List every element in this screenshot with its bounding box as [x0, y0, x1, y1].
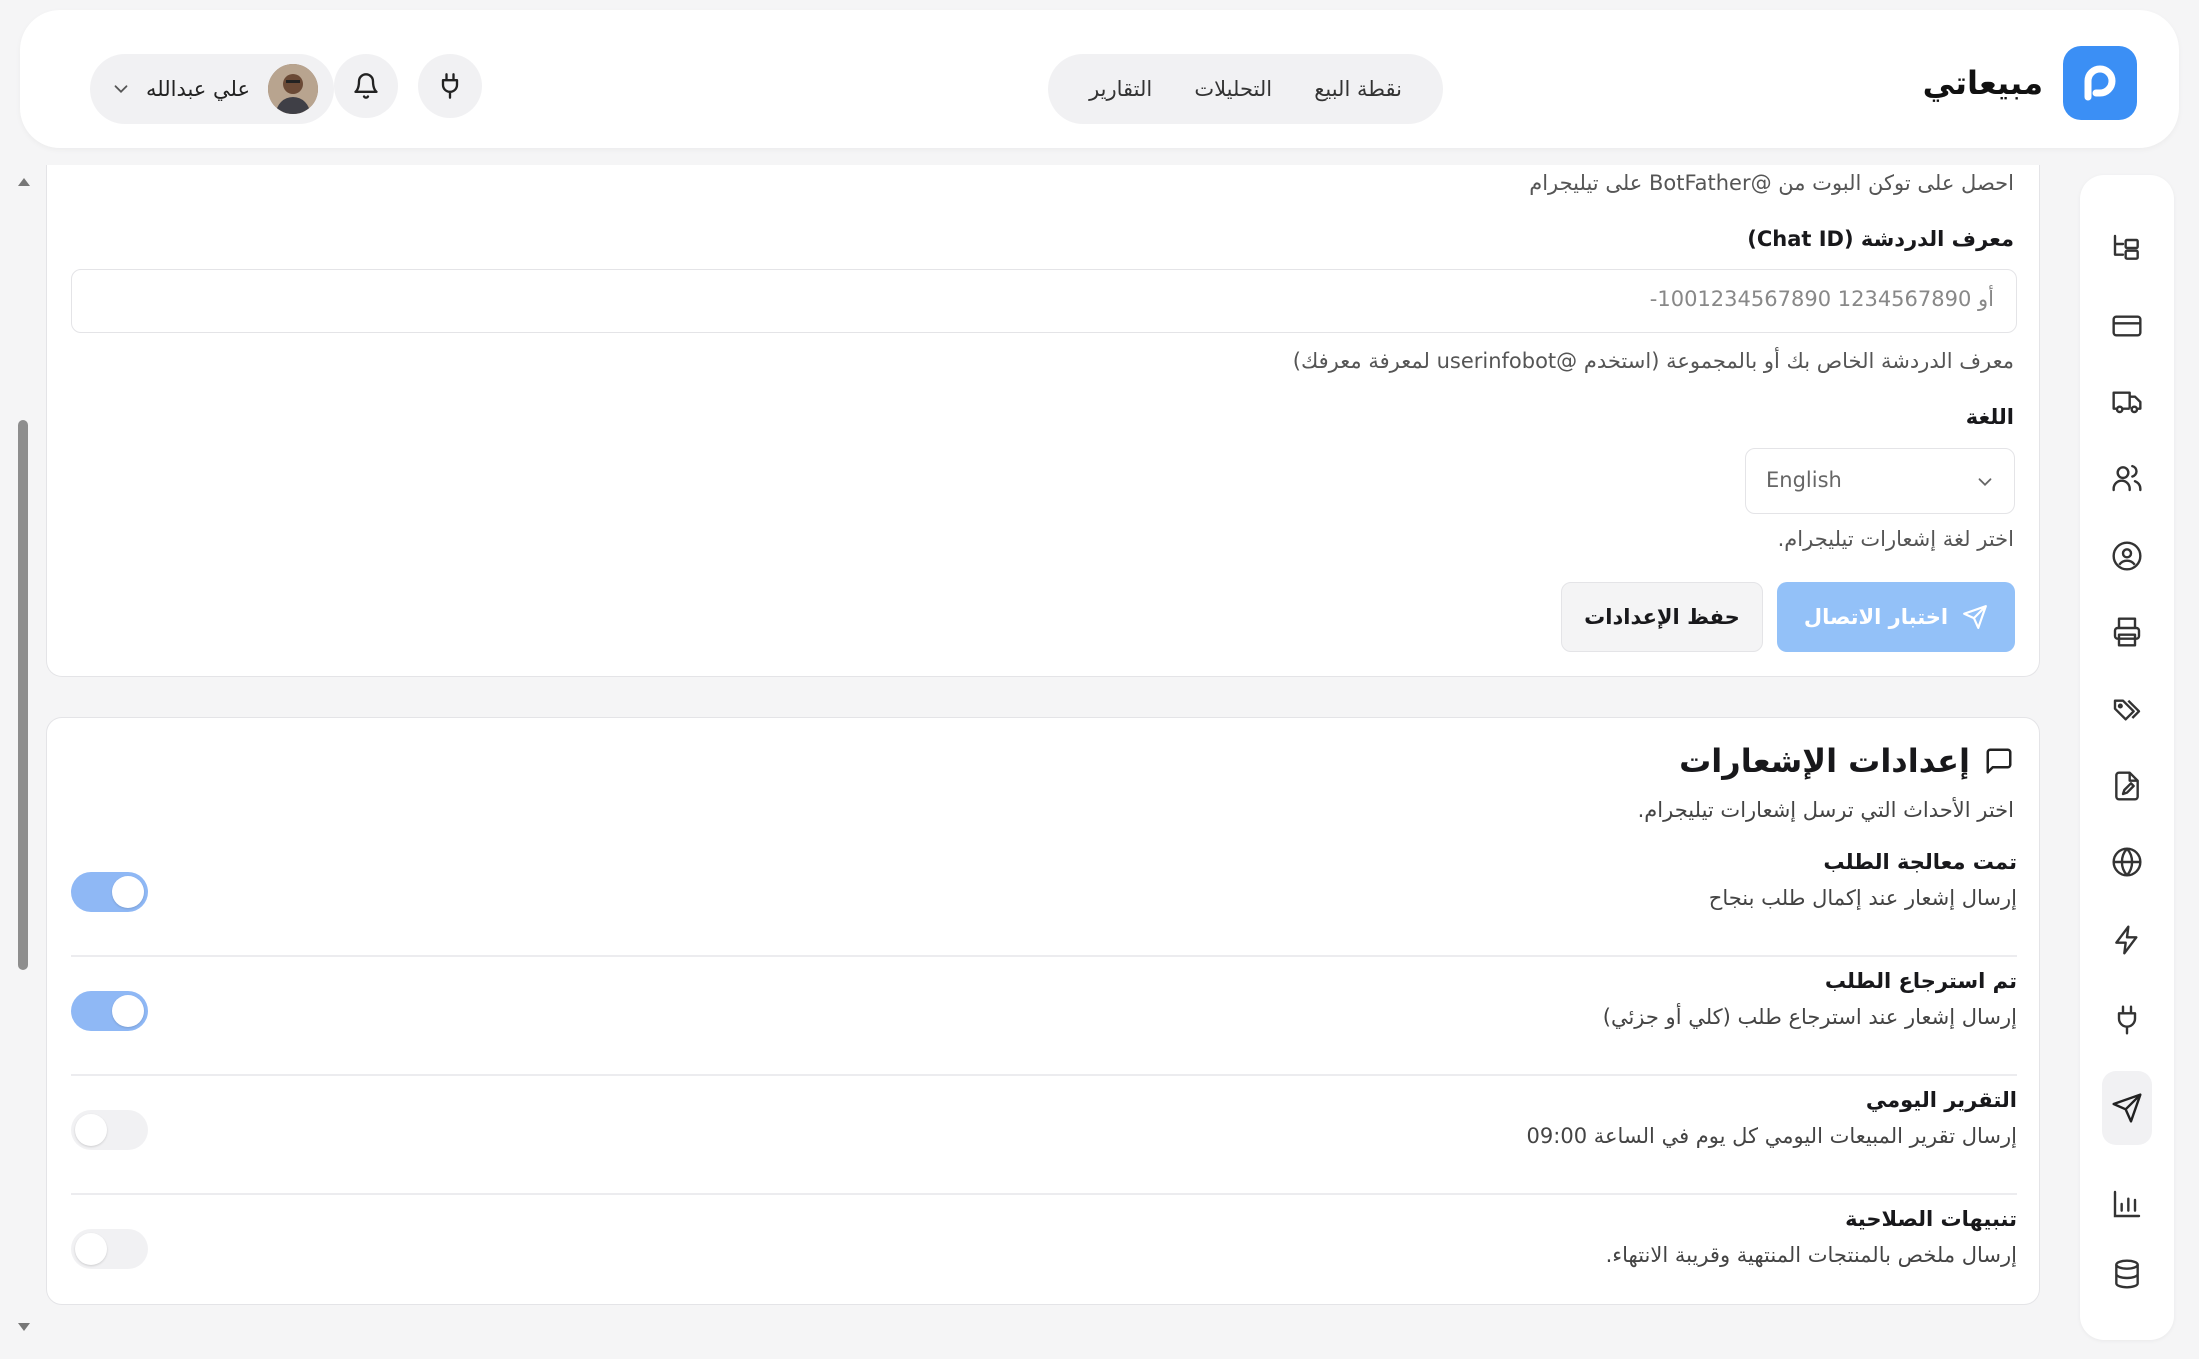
- brand-name: مبيعاتي: [1922, 64, 2043, 102]
- sidebar-item-automation[interactable]: [2102, 915, 2152, 965]
- sidebar: [2080, 175, 2174, 1340]
- chevron-down-icon: [110, 78, 132, 100]
- toggle-knob: [112, 995, 144, 1027]
- notification-title: التقرير اليومي: [1865, 1088, 2017, 1112]
- sidebar-item-delivery[interactable]: [2102, 377, 2152, 427]
- notification-desc: إرسال تقرير المبيعات اليومي كل يوم في ال…: [1526, 1124, 2017, 1148]
- notification-row-expiry-alerts: تنبيهات الصلاحية إرسال ملخص بالمنتجات ال…: [71, 1195, 2017, 1314]
- notifications-button[interactable]: [334, 54, 398, 118]
- brand[interactable]: مبيعاتي: [1923, 46, 2137, 120]
- main-nav: نقطة البيع التحليلات التقارير: [1048, 54, 1443, 124]
- printer-icon: [2111, 616, 2143, 648]
- chat-id-label: معرف الدردشة (Chat ID): [1747, 227, 2014, 251]
- toggle-order-processed[interactable]: [71, 872, 148, 912]
- chat-id-input[interactable]: -1001234567890 أو 1234567890: [71, 269, 2017, 333]
- message-square-icon: [1984, 746, 2014, 776]
- avatar: [268, 64, 318, 114]
- toggle-knob: [75, 1233, 107, 1265]
- language-hint: اختر لغة إشعارات تيليجرام.: [1777, 527, 2014, 551]
- nav-item-pos[interactable]: نقطة البيع: [1314, 77, 1402, 101]
- zap-icon: [2111, 924, 2143, 956]
- sidebar-item-integrations[interactable]: [2102, 995, 2152, 1045]
- sidebar-item-categories[interactable]: [2102, 223, 2152, 273]
- sidebar-item-payments[interactable]: [2102, 301, 2152, 351]
- notification-row-daily-report: التقرير اليومي إرسال تقرير المبيعات اليو…: [71, 1076, 2017, 1195]
- notification-desc: إرسال ملخص بالمنتجات المنتهية وقريبة الا…: [1605, 1243, 2017, 1267]
- chat-id-placeholder: -1001234567890 أو 1234567890: [1649, 287, 1994, 311]
- notification-row-order-refunded: تم استرجاع الطلب إرسال إشعار عند استرجاع…: [71, 957, 2017, 1076]
- toggle-knob: [112, 876, 144, 908]
- folder-tree-icon: [2111, 232, 2143, 264]
- save-settings-button[interactable]: حفظ الإعدادات: [1561, 582, 1763, 652]
- toggle-daily-report[interactable]: [71, 1110, 148, 1150]
- notification-desc: إرسال إشعار عند إكمال طلب بنجاح: [1708, 886, 2017, 910]
- sidebar-item-documents[interactable]: [2102, 761, 2152, 811]
- chevron-down-icon: [1974, 471, 1996, 493]
- token-hint: احصل على توكن البوت من @BotFather على تي…: [1529, 171, 2014, 195]
- language-value: English: [1766, 468, 1842, 492]
- sidebar-item-tags[interactable]: [2102, 685, 2152, 735]
- user-menu[interactable]: علي عبدالله: [90, 54, 334, 124]
- sidebar-item-telegram[interactable]: [2102, 1071, 2152, 1145]
- notification-settings-title: إعدادات الإشعارات: [1679, 742, 2014, 780]
- globe-icon: [2111, 846, 2143, 878]
- language-select[interactable]: English: [1745, 448, 2015, 514]
- chat-id-hint: معرف الدردشة الخاص بك أو بالمجموعة (استخ…: [1292, 349, 2014, 373]
- nav-item-reports[interactable]: التقارير: [1089, 77, 1152, 101]
- toggle-order-refunded[interactable]: [71, 991, 148, 1031]
- user-circle-icon: [2111, 540, 2143, 572]
- section-title-text: إعدادات الإشعارات: [1679, 742, 1970, 780]
- tags-icon: [2111, 694, 2143, 726]
- bell-icon: [352, 72, 380, 100]
- notification-title: تنبيهات الصلاحية: [1845, 1207, 2017, 1231]
- credit-card-icon: [2111, 310, 2143, 342]
- test-connection-label: اختبار الاتصال: [1803, 605, 1949, 629]
- notification-row-order-processed: تمت معالجة الطلب إرسال إشعار عند إكمال ط…: [71, 838, 2017, 957]
- test-connection-button[interactable]: اختبار الاتصال: [1777, 582, 2015, 652]
- toggle-expiry-alerts[interactable]: [71, 1229, 148, 1269]
- toggle-knob: [75, 1114, 107, 1146]
- telegram-settings-card: احصل على توكن البوت من @BotFather على تي…: [46, 165, 2040, 677]
- send-icon: [2111, 1092, 2143, 1124]
- save-settings-label: حفظ الإعدادات: [1584, 605, 1740, 629]
- notification-title: تمت معالجة الطلب: [1823, 850, 2017, 874]
- bar-chart-icon: [2111, 1188, 2143, 1220]
- brand-logo-icon: [2063, 46, 2137, 120]
- file-edit-icon: [2111, 770, 2143, 802]
- top-header: مبيعاتي نقطة البيع التحليلات التقارير عل…: [20, 10, 2179, 148]
- plug-icon: [2111, 1004, 2143, 1036]
- notification-title: تم استرجاع الطلب: [1824, 969, 2017, 993]
- plug-button[interactable]: [418, 54, 482, 118]
- database-icon: [2111, 1258, 2143, 1290]
- sidebar-item-statistics[interactable]: [2102, 1179, 2152, 1229]
- users-icon: [2111, 462, 2143, 494]
- sidebar-item-printers[interactable]: [2102, 607, 2152, 657]
- scroll-up-arrow[interactable]: [18, 178, 30, 186]
- notification-settings-card: إعدادات الإشعارات اختر الأحداث التي ترسل…: [46, 717, 2040, 1305]
- send-icon: [1962, 604, 1988, 630]
- sidebar-item-users[interactable]: [2102, 453, 2152, 503]
- notification-desc: إرسال إشعار عند استرجاع طلب (كلي أو جزئي…: [1602, 1005, 2017, 1029]
- language-label: اللغة: [1965, 405, 2014, 429]
- nav-item-analytics[interactable]: التحليلات: [1194, 77, 1272, 101]
- user-name: علي عبدالله: [146, 77, 250, 101]
- sidebar-item-web[interactable]: [2102, 837, 2152, 887]
- notification-settings-subtitle: اختر الأحداث التي ترسل إشعارات تيليجرام.: [1637, 798, 2014, 822]
- sidebar-item-profile[interactable]: [2102, 531, 2152, 581]
- plug-icon: [436, 72, 464, 100]
- scrollbar-thumb[interactable]: [18, 420, 28, 970]
- truck-icon: [2111, 386, 2143, 418]
- sidebar-item-database[interactable]: [2102, 1249, 2152, 1299]
- scroll-down-arrow[interactable]: [18, 1323, 30, 1331]
